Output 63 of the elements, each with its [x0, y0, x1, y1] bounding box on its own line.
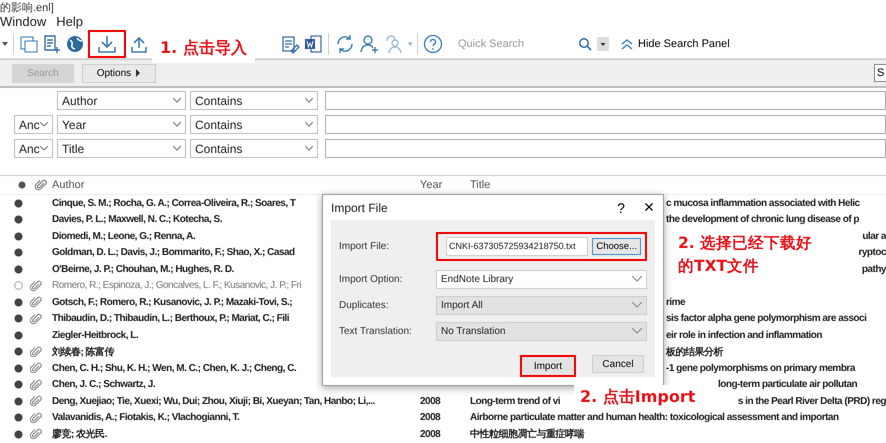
cut-off-button[interactable]: S — [874, 64, 886, 82]
dialog-button[interactable]: Import — [520, 355, 576, 377]
column-header[interactable]: Author — [52, 179, 420, 191]
title-cell: long-term particulate air pollutan — [718, 379, 858, 390]
title-cell: pathy — [862, 264, 886, 275]
help-button[interactable]: ? — [607, 200, 635, 216]
close-button[interactable]: × — [635, 197, 663, 218]
file-picker[interactable]: CNKI-637305725934218750.txt Choose... — [436, 232, 647, 260]
author-cell: Davies, P. L.; Maxwell, N. C.; Kotecha, S. — [52, 214, 222, 226]
title-cell: the development of chronic lung disease of p — [666, 214, 860, 226]
field-label: Duplicates: — [339, 300, 390, 310]
dialog-title: Import File — [331, 200, 388, 214]
title-cell: sis factor alpha gene polymorphism are associ — [666, 313, 866, 324]
connector-dropdown[interactable]: Anc — [14, 115, 53, 134]
author-cell: Chen, J. C.; Schwartz, J. — [52, 379, 156, 390]
operator-dropdown[interactable]: Contains — [190, 139, 318, 158]
author-cell: Deng, Xuejiao; Tie, Xuexi; Wu, Dui; Zhou, Xiuji; Bi, Xueyan; Tan, Hanbo; Li,... — [52, 396, 375, 407]
title-cell: 中性粒细胞凋亡与重症哮喘 — [470, 427, 584, 442]
title-cell-text: 板的结果分析 — [666, 346, 723, 359]
author-cell: 廖竞; 农光民. — [52, 429, 107, 440]
connector-dropdown[interactable]: Anc — [14, 139, 53, 158]
title-cell: -1 gene polymorphisms on primary membra — [666, 362, 855, 374]
author-cell: Diomedi, M.; Leone, G.; Renna, A. — [52, 230, 196, 242]
dropdown-field[interactable]: EndNote Library — [436, 270, 647, 288]
column-header[interactable]: Title — [470, 179, 490, 191]
menu-item[interactable]: Help — [56, 14, 83, 29]
title-cell: ular a — [862, 230, 886, 242]
year-cell: 2008 — [420, 396, 440, 407]
author-cell: Chen, C. H.; Shu, K. H.; Wen, M. C.; Chen, K. J.; Cheng, C. — [52, 362, 296, 374]
title-cell: eir role in infection and inflammation — [666, 330, 822, 341]
choose-button[interactable]: Choose... — [592, 238, 641, 254]
options-button[interactable]: Options — [82, 64, 156, 82]
field-label: Text Translation: — [339, 326, 413, 336]
operator-dropdown[interactable]: Contains — [190, 91, 318, 110]
hide-search-panel-button[interactable]: Hide Search Panel — [618, 38, 732, 50]
author-cell: Thibaudin, D.; Thibaudin, L.; Berthoux, P.; Mariat, C.; Fili — [52, 313, 290, 324]
year-cell: 2008 — [420, 412, 440, 424]
menu-item[interactable]: Window — [0, 14, 46, 29]
author-cell: Goldman, D. L.; Davis, J.; Bommarito, F.; Shao, X.; Casad — [52, 247, 295, 258]
title-cell: c mucosa inflammation associated with Helic — [666, 198, 860, 209]
field-dropdown[interactable]: Year — [57, 115, 186, 134]
field-dropdown[interactable]: Author — [57, 91, 186, 110]
author-cell: 刘续春; 陈富传 — [52, 346, 114, 358]
field-label: Import File: — [339, 240, 390, 252]
dialog-button[interactable]: Cancel — [592, 355, 644, 373]
author-cell: Ziegler-Heitbrock, L. — [52, 330, 138, 341]
field-label: Import Option: — [339, 274, 404, 284]
author-cell: O'Beirne, J. P.; Chouhan, M.; Hughes, R. D. — [52, 264, 234, 275]
title-cell: ryptoc — [858, 247, 886, 258]
field-dropdown[interactable]: Title — [57, 139, 186, 158]
file-field[interactable]: CNKI-637305725934218750.txt — [446, 236, 588, 256]
author-cell: Valavanidis, A.; Fiotakis, K.; Vlachogianni, T. — [52, 412, 240, 424]
title-cell: Long-term trend of vi — [470, 396, 560, 407]
title-cell: rime — [666, 296, 686, 308]
operator-dropdown[interactable]: Contains — [190, 115, 318, 134]
column-header[interactable]: Year — [420, 179, 470, 191]
window-title: 的影响.enl] — [0, 2, 54, 15]
title-cell: Airborne particulate matter and human health: toxicological assessment and importan — [470, 412, 839, 424]
author-cell: Cinque, S. M.; Rocha, G. A.; Correa-Oliveira, R.; Soares, T — [52, 198, 296, 209]
year-cell: 2008 — [420, 428, 440, 440]
title-cell: s in the Pearl River Delta (PRD) reg — [738, 396, 886, 407]
author-cell: Romero, R.; Espinoza, J.; Goncalves, L. F.; Kusanovic, J. P.; Fri — [52, 280, 302, 292]
author-cell: Gotsch, F.; Romero, R.; Kusanovic, J. P.; Mazaki-Tovi, S.; — [52, 296, 292, 308]
